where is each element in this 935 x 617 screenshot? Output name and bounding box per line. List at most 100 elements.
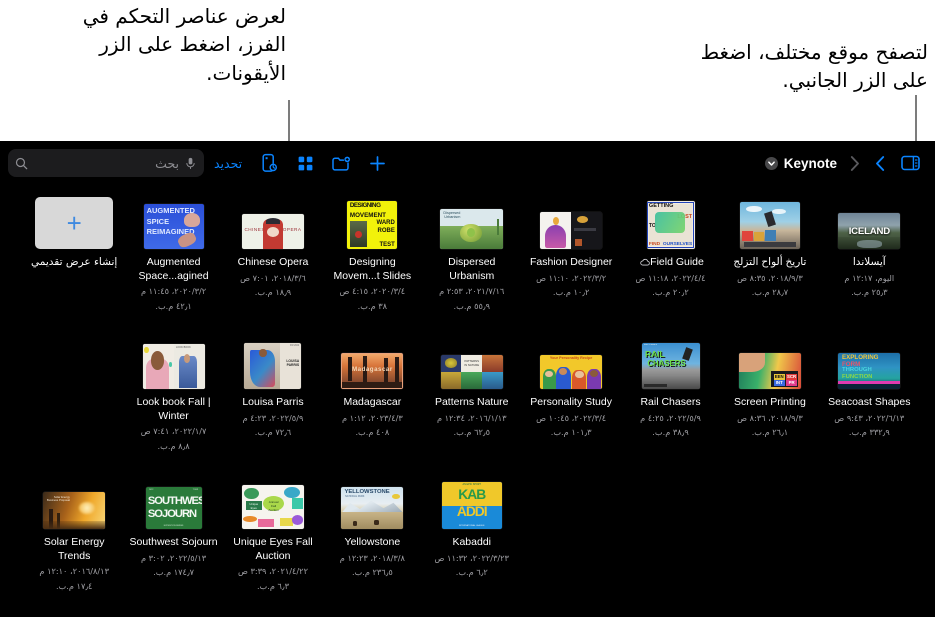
document-title: Louisa Parris [242,396,304,408]
select-button[interactable]: تحديد [206,156,250,171]
document-thumbnail[interactable]: Solar Energy Business Proposal [35,477,113,529]
screenshot-root: لعرض عناصر التحكم في الفرز، اضغط على الز… [0,0,935,617]
search-placeholder-label: بحث [155,156,179,171]
document-title: Augmented Space...agined [138,256,209,282]
document-thumbnail[interactable]: AN EPIC SPORT KAB ADDI INTERNATIONAL LEA… [433,477,511,529]
document-size: ٣٣٢٫٩ م.ب. [848,427,890,438]
document-date: ٢٠١٨/٣/٨، ١٢:٢٣ م [339,552,405,563]
document-title: Field Guide [637,256,704,270]
document-item[interactable]: GETTING LOST TO FIND OURSELVES Field Gui… [621,189,720,329]
document-thumbnail[interactable]: SCR EEN PR INT [731,337,809,389]
sidebar-toggle-icon [900,155,920,171]
document-thumbnail[interactable]: YELLOWSTONE NATIONAL PARK [333,477,411,529]
thumbnail-art: CHINESE OPERA [241,214,304,249]
document-size: ٢٣٦٫٥ م.ب. [351,567,393,578]
document-thumbnail[interactable]: Rail Chasers RAIL CHASERS [632,337,710,389]
plus-icon: + [66,208,82,238]
document-thumbnail[interactable]: LOUISA PARRIS FW 2022 [234,337,312,389]
document-item[interactable]: 2022 TOUR SOUTHWEST SOJOURN EXPEDITION S… [124,469,223,609]
document-size: ٢٨٫٧ م.ب. [751,287,789,298]
new-folder-button[interactable] [324,147,358,179]
document-thumbnail[interactable] [532,197,610,249]
document-thumbnail[interactable]: EXPLORING FORM THROUGH FUNCTION [830,337,908,389]
thumbnail-art: Dispersed Urbanism [440,209,504,249]
new-presentation-card[interactable]: + [35,197,114,249]
chevron-forward-icon [875,155,884,171]
toolbar: Keynote بحث تحديد [0,141,935,185]
document-item[interactable]: Dispersed Urbanism Dispersed Urbanism ٢٠٢١… [422,189,521,329]
document-thumbnail[interactable]: AUGMENTED SPICE REIMAGINED [135,197,213,249]
grid-spacer [720,469,819,609]
document-item[interactable]: EXPLORING FORM THROUGH FUNCTION Seacoast… [820,329,919,469]
add-button[interactable] [360,147,394,179]
document-date: ٢٠١٨/٣/٦، ٧:٠١ ص [240,272,306,283]
document-item[interactable]: YELLOWSTONE NATIONAL PARK Yellowstone ٢٠١… [323,469,422,609]
thumbnail-art: GETTING LOST TO FIND OURSELVES [646,201,695,249]
document-item[interactable]: AUGMENTED SPICE REIMAGINED Augmented Spa… [124,189,223,329]
document-item[interactable]: Madagascar Madagascar ٢٠٢٣/٤/٣، ١:١٢ م ٤٠٨… [323,329,422,469]
document-title: آيسلاندا [852,256,886,268]
thumbnail-art: AN EPIC SPORT KAB ADDI INTERNATIONAL LEA… [441,482,502,529]
document-title: Chinese Opera [237,256,309,268]
document-title: Rail Chasers [640,396,701,408]
thumbnail-art: Madagascar [341,353,404,389]
document-thumbnail[interactable]: CHINESE OPERA [234,197,312,249]
document-item[interactable]: Rail Chasers RAIL CHASERS Rail Chasers ٢٠… [621,329,720,469]
document-thumbnail[interactable] [731,197,809,249]
document-title: Look book Fall | Winter [136,396,211,422]
document-size: ٧٢٫٦ م.ب. [254,427,292,438]
document-item[interactable]: تاريخ ألواح التزلج ٢٠١٨/٩/٣، ٨:٣٥ ص ٢٨٫٧ م… [720,189,819,329]
document-thumbnail[interactable]: DESIGNING MOVEMENT WARD ROBE TEST [333,197,411,249]
new-presentation-item[interactable]: + إنشاء عرض تقديمي [24,189,123,329]
document-date: ٢٠٢٢/٣/٤، ١٠:٤٥ ص [536,412,607,423]
sidebar-toggle-button[interactable] [893,147,927,179]
document-thumbnail[interactable]: 2022 TOUR SOUTHWEST SOJOURN EXPEDITION S… [135,477,213,529]
grid-view-button[interactable] [288,147,322,179]
document-date: ٢٠٢٠/٣/٤، ٤:١٥ ص [339,286,406,297]
document-item[interactable]: Your Personality Recipe Personality Stud… [521,329,620,469]
document-title: Personality Study [530,396,612,408]
document-item[interactable]: AN EPIC SPORT KAB ADDI INTERNATIONAL LEA… [422,469,521,609]
document-thumbnail[interactable]: Annual Fall Auction Unique Eyes [234,477,312,529]
document-date: ٢٠٢٣/٤/٣، ١:١٢ م [341,412,403,423]
document-date: ٢٠٢٢/٣/٢، ١١:١٠ ص [536,272,607,283]
document-item[interactable]: Fashion Designer ٢٠٢٢/٣/٢، ١١:١٠ ص ١٠٫٢ م.… [521,189,620,329]
thumbnail-art: AUGMENTED SPICE REIMAGINED [143,204,204,249]
document-thumbnail[interactable]: ICELAND [830,197,908,249]
search-input[interactable]: بحث [8,149,204,177]
document-thumbnail[interactable]: PATTERNS IN NATURE [433,337,511,389]
document-title: Designing Movem...t Slides [333,256,412,282]
document-thumbnail[interactable]: Your Personality Recipe [532,337,610,389]
document-thumbnail[interactable]: Madagascar [333,337,411,389]
thumbnail-art: EXPLORING FORM THROUGH FUNCTION [838,353,901,389]
document-item[interactable]: SCR EEN PR INT Screen Printing ٢٠١٨/٩/٣، … [720,329,819,469]
document-size: ٤٠٨ م.ب. [355,427,390,438]
document-thumbnail[interactable]: LOOK BOOK [135,337,213,389]
document-item[interactable]: LOUISA PARRIS FW 2022 Louisa Parris ٢٠٢٢/٥… [223,329,322,469]
sort-view-button[interactable] [252,147,286,179]
document-item[interactable]: Annual Fall Auction Unique Eyes Unique Eyes… [223,469,322,609]
new-presentation-thumb[interactable]: + [35,197,114,249]
document-title: Yellowstone [344,536,401,548]
document-thumbnail[interactable]: Dispersed Urbanism [433,197,511,249]
document-thumbnail[interactable]: GETTING LOST TO FIND OURSELVES [632,197,710,249]
document-item[interactable]: Solar Energy Business Proposal Solar Ener… [24,469,123,609]
thumbnail-art: Your Personality Recipe [540,355,603,389]
grid-spacer [621,469,720,609]
app-menu-button[interactable] [762,147,782,179]
document-item[interactable]: CHINESE OPERA Chinese Opera ٢٠١٨/٣/٦، ٧:٠… [223,189,322,329]
document-item[interactable]: DESIGNING MOVEMENT WARD ROBE TEST Design… [323,189,422,329]
thumbnail-art: Rail Chasers RAIL CHASERS [641,343,700,389]
document-title: Fashion Designer [529,256,613,268]
new-presentation-label: إنشاء عرض تقديمي [31,256,118,268]
back-button[interactable] [841,148,867,178]
forward-button[interactable] [867,148,893,178]
document-title: Screen Printing [734,396,806,408]
toolbar-right-group: Keynote [762,145,927,181]
document-grid: ICELAND آيسلاندا اليوم، ١٢:١٧ م ٢٥٫٣ م.ب. … [0,185,935,609]
document-item[interactable]: ICELAND آيسلاندا اليوم، ١٢:١٧ م ٢٥٫٣ م.ب. [820,189,919,329]
thumbnail-art: YELLOWSTONE NATIONAL PARK [341,487,404,529]
document-item[interactable]: LOOK BOOK Look book Fall | Winter ٢٠٢٢/١/… [124,329,223,469]
document-item[interactable]: PATTERNS IN NATURE Patterns Nature ٢٠١٦/١/… [422,329,521,469]
chevron-back-icon [850,155,859,171]
